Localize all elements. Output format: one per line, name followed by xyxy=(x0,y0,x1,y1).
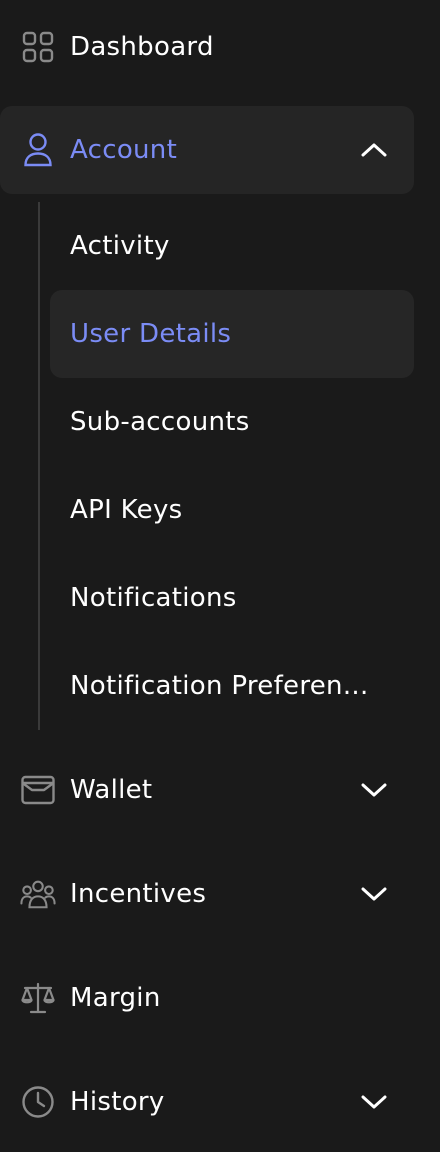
nav-item-dashboard[interactable]: Dashboard xyxy=(0,3,414,91)
nav-item-account[interactable]: Account xyxy=(0,106,414,194)
grid-icon xyxy=(20,29,56,65)
clock-icon xyxy=(20,1084,56,1120)
wallet-icon xyxy=(20,772,56,808)
sidebar-nav: Dashboard Account Activity User Details … xyxy=(0,0,440,1152)
scale-icon xyxy=(20,980,56,1016)
subnav-item-label: API Keys xyxy=(70,495,183,525)
chevron-up-icon[interactable] xyxy=(360,136,388,164)
user-icon xyxy=(20,132,56,168)
nav-item-wallet[interactable]: Wallet xyxy=(0,746,414,834)
nav-item-label: Incentives xyxy=(70,879,207,909)
subnav-item-api-keys[interactable]: API Keys xyxy=(50,466,414,554)
nav-item-margin[interactable]: Margin xyxy=(0,954,414,1042)
nav-item-history[interactable]: History xyxy=(0,1058,414,1146)
subnav-item-notifications[interactable]: Notifications xyxy=(50,554,414,642)
subnav-item-label: Notifications xyxy=(70,583,237,613)
subnav-item-label: Activity xyxy=(70,231,170,261)
users-group-icon xyxy=(20,876,56,912)
subnav-item-label: User Details xyxy=(70,319,232,349)
subnav-item-activity[interactable]: Activity xyxy=(50,202,414,290)
chevron-down-icon[interactable] xyxy=(360,1088,388,1116)
subnav-divider-line xyxy=(38,202,40,730)
subnav-item-label: Notification Preferen... xyxy=(70,671,369,701)
chevron-down-icon[interactable] xyxy=(360,880,388,908)
subnav-item-notification-preferences[interactable]: Notification Preferen... xyxy=(50,642,414,730)
nav-item-incentives[interactable]: Incentives xyxy=(0,850,414,938)
nav-item-label: History xyxy=(70,1087,165,1117)
nav-item-label: Wallet xyxy=(70,775,153,805)
chevron-down-icon[interactable] xyxy=(360,776,388,804)
subnav-item-label: Sub-accounts xyxy=(70,407,250,437)
nav-item-label: Dashboard xyxy=(70,32,214,62)
nav-item-label: Account xyxy=(70,135,178,165)
subnav-item-user-details[interactable]: User Details xyxy=(50,290,414,378)
subnav-item-sub-accounts[interactable]: Sub-accounts xyxy=(50,378,414,466)
nav-item-label: Margin xyxy=(70,983,161,1013)
